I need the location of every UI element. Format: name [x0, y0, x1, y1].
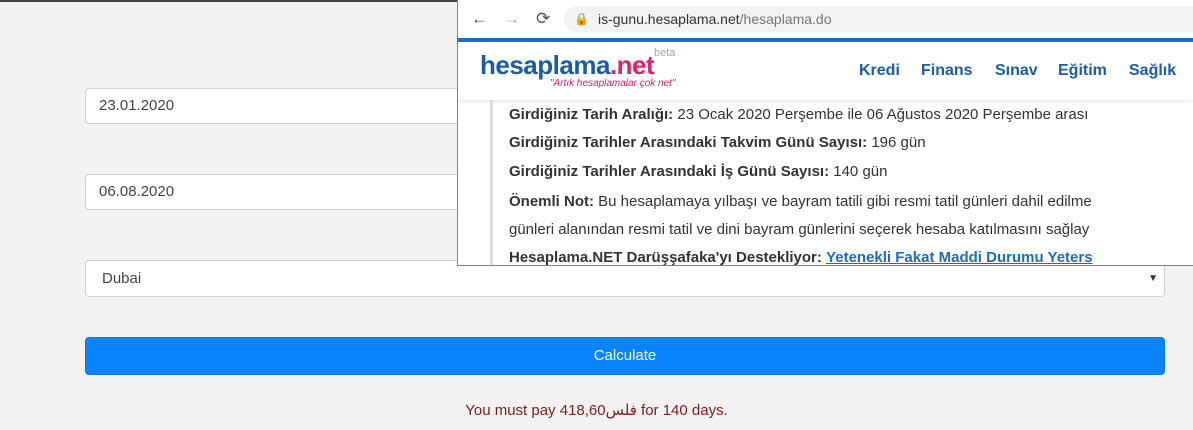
- result-line-date-range: Girdiğiniz Tarih Aralığı: 23 Ocak 2020 P…: [509, 106, 1089, 123]
- result-line-support: Hesaplama.NET Darüşşafaka'yı Destekliyor…: [509, 249, 1093, 266]
- dropdown-arrow-icon: ▼: [1148, 273, 1158, 284]
- logo-slogan: "Artık hesaplamalar çok net": [550, 78, 676, 89]
- menu-item-egitim[interactable]: Eğitim: [1058, 62, 1107, 80]
- result-line-note: Önemli Not: Bu hesaplamaya yılbaşı ve ba…: [509, 193, 1092, 210]
- result-text: You must pay 418,60فلس for 140 days.: [465, 402, 728, 419]
- url-text: is-gunu.hesaplama.net/hesaplama.do: [598, 11, 832, 27]
- site-header: hesaplama.net beta "Artık hesaplamalar ç…: [458, 42, 1193, 100]
- lock-icon: 🔒: [574, 12, 589, 26]
- overlay-browser-window: ← → ⟳ 🔒 is-gunu.hesaplama.net/hesaplama.…: [457, 0, 1193, 266]
- site-logo[interactable]: hesaplama.net: [480, 50, 655, 81]
- content-left-border: [490, 100, 493, 265]
- result-line-work-days: Girdiğiniz Tarihler Arasındaki İş Günü S…: [509, 163, 888, 180]
- menu-item-saglik[interactable]: Sağlık: [1129, 62, 1176, 80]
- menu-item-finans[interactable]: Finans: [921, 62, 973, 80]
- calculate-button[interactable]: Calculate: [85, 337, 1165, 375]
- forward-arrow-icon[interactable]: →: [503, 9, 520, 29]
- logo-beta-badge: beta: [654, 47, 676, 59]
- menu-item-sinav[interactable]: Sınav: [995, 62, 1038, 80]
- reload-icon[interactable]: ⟳: [536, 9, 550, 29]
- top-border-line: [0, 0, 460, 2]
- result-line-calendar-days: Girdiğiniz Tarihler Arasındaki Takvim Gü…: [509, 134, 926, 151]
- back-arrow-icon[interactable]: ←: [471, 9, 488, 29]
- result-line-note-cont: günleri alanından resmi tatil ve dini ba…: [509, 221, 1090, 238]
- address-bar[interactable]: 🔒 is-gunu.hesaplama.net/hesaplama.do: [564, 6, 1193, 32]
- browser-toolbar: ← → ⟳ 🔒 is-gunu.hesaplama.net/hesaplama.…: [458, 0, 1193, 38]
- city-select-value: Dubai: [102, 270, 142, 287]
- menu-item-kredi[interactable]: Kredi: [859, 62, 900, 80]
- support-link[interactable]: Yetenekli Fakat Maddi Durumu Yeters: [826, 249, 1092, 265]
